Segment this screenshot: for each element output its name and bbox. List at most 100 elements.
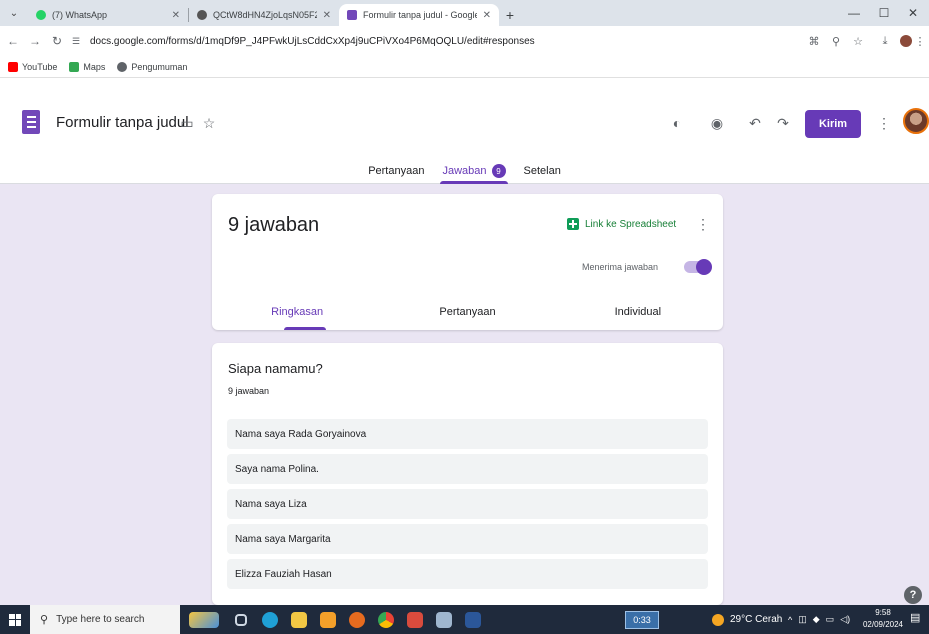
video-player-thumbnail[interactable]: 0:33 — [625, 611, 659, 629]
address-bar[interactable]: ☰ docs.google.com/forms/d/1mqDf9P_J4PFwk… — [72, 30, 802, 52]
help-icon[interactable]: ? — [904, 586, 922, 604]
browser-toolbar: ← → ↻ ☰ docs.google.com/forms/d/1mqDf9P_… — [0, 26, 929, 56]
redo-icon[interactable]: ↷ — [772, 112, 794, 134]
tab-label: Pertanyaan — [368, 165, 425, 177]
answer-item: Nama saya Rada Goryainova — [227, 419, 708, 449]
tab-title: Formulir tanpa judul - Google F — [363, 10, 477, 20]
taskbar-app-icon[interactable] — [431, 607, 457, 633]
zoom-icon[interactable]: ⚲ — [825, 30, 847, 52]
tab-label: Jawaban — [442, 165, 487, 177]
more-options-icon[interactable]: ⋮ — [695, 215, 711, 233]
question-response-card: Siapa namamu? 9 jawaban Nama saya Rada G… — [212, 343, 723, 605]
close-window-icon[interactable]: ✕ — [897, 0, 929, 26]
accepting-responses-toggle[interactable] — [684, 259, 712, 275]
file-explorer-icon[interactable] — [286, 607, 312, 633]
start-button[interactable] — [0, 605, 30, 634]
minimize-icon[interactable]: — — [838, 0, 870, 26]
tab-questions[interactable]: Pertanyaan — [366, 158, 426, 184]
tab-whatsapp[interactable]: (7) WhatsApp ✕ — [28, 4, 188, 26]
tab-generic[interactable]: QCtW8dHN4ZjoLqsN05F2wzh ✕ — [189, 4, 339, 26]
tab-google-forms[interactable]: Formulir tanpa judul - Google F ✕ — [339, 4, 499, 26]
whatsapp-icon — [36, 10, 46, 20]
tab-summary[interactable]: Ringkasan — [212, 302, 382, 330]
close-tab-icon[interactable]: ✕ — [483, 10, 491, 21]
answer-item: Nama saya Liza — [227, 489, 708, 519]
search-placeholder: Type here to search — [56, 614, 145, 625]
site-info-icon[interactable]: ☰ — [72, 36, 86, 47]
bookmark-youtube[interactable]: YouTube — [8, 61, 58, 72]
weather-sun-icon — [712, 613, 724, 626]
browser-tab-strip: ⌄ (7) WhatsApp ✕ QCtW8dHN4ZjoLqsN05F2wzh… — [0, 0, 929, 26]
news-widget-icon[interactable] — [183, 607, 225, 633]
youtube-icon — [8, 61, 18, 72]
palette-icon[interactable]: ◐ — [666, 112, 688, 134]
taskbar-app-icon[interactable] — [315, 607, 341, 633]
taskbar-search-input[interactable]: ⚲ Type here to search — [30, 605, 180, 634]
word-icon[interactable] — [460, 607, 486, 633]
network-icon[interactable]: ◫ — [798, 614, 807, 625]
download-icon[interactable]: ⤓ — [874, 30, 896, 52]
tray-app-icon[interactable]: ◆ — [813, 614, 820, 625]
volume-icon[interactable]: ◁) — [840, 614, 850, 625]
send-button[interactable]: Kirim — [805, 110, 861, 138]
tab-settings[interactable]: Setelan — [522, 158, 563, 184]
taskbar-clock[interactable]: 9:58 02/09/2024 — [862, 607, 904, 631]
notification-center-icon[interactable]: ▤ — [910, 611, 924, 625]
bookmark-label: YouTube — [22, 61, 58, 72]
translate-icon[interactable]: ⌘ — [803, 30, 825, 52]
form-title[interactable]: Formulir tanpa judul — [56, 114, 189, 131]
maximize-icon[interactable]: ☐ — [868, 0, 900, 26]
responses-count-heading: 9 jawaban — [228, 214, 320, 236]
back-icon[interactable]: ← — [4, 32, 22, 50]
tab-search-chevron-icon[interactable]: ⌄ — [0, 0, 28, 26]
bookmark-maps[interactable]: Maps — [69, 61, 106, 72]
edge-icon[interactable] — [257, 607, 283, 633]
answer-item: Saya nama Polina. — [227, 454, 708, 484]
toggle-knob — [696, 259, 712, 275]
responses-count-badge: 9 — [491, 164, 506, 178]
bookmark-label: Maps — [83, 61, 106, 72]
tab-individual[interactable]: Individual — [553, 302, 723, 330]
forms-header: Formulir tanpa judul ▭ ☆ ◐ ◉ ↶ ↷ Kirim ⋮… — [0, 78, 929, 184]
tab-label: Setelan — [523, 165, 561, 177]
site-icon — [197, 10, 207, 20]
chrome-menu-icon[interactable]: ⋮ — [912, 30, 928, 52]
reload-icon[interactable]: ↻ — [48, 32, 66, 50]
tab-question[interactable]: Pertanyaan — [382, 302, 552, 330]
clock-time: 9:58 — [875, 608, 891, 617]
accepting-responses-label: Menerima jawaban — [582, 262, 659, 272]
tab-responses[interactable]: Jawaban 9 — [440, 158, 508, 184]
battery-icon[interactable]: ▭ — [826, 614, 835, 625]
link-label: Link ke Spreadsheet — [585, 218, 677, 230]
system-tray: ^ ◫ ◆ ▭ ◁) — [788, 605, 850, 634]
clock-date: 02/09/2024 — [862, 620, 904, 629]
bookmark-label: Pengumuman — [131, 61, 188, 72]
new-tab-button[interactable]: + — [499, 4, 521, 26]
question-response-count: 9 jawaban — [228, 386, 270, 396]
chrome-icon[interactable] — [373, 607, 399, 633]
more-options-icon[interactable]: ⋮ — [873, 112, 895, 134]
folder-icon[interactable]: ▭ — [176, 112, 198, 134]
firefox-icon[interactable] — [344, 607, 370, 633]
question-title: Siapa namamu? — [228, 361, 323, 376]
forms-icon — [347, 10, 357, 20]
preview-eye-icon[interactable]: ◉ — [706, 112, 728, 134]
bookmarks-bar: YouTube Maps Pengumuman — [0, 56, 929, 78]
weather-widget[interactable]: 29°C Cerah — [712, 605, 782, 634]
answer-item: Elizza Fauziah Hasan — [227, 559, 708, 589]
taskbar-app-icon[interactable] — [402, 607, 428, 633]
link-to-sheets-button[interactable]: Link ke Spreadsheet — [567, 218, 676, 230]
close-tab-icon[interactable]: ✕ — [172, 10, 180, 21]
answer-item: Nama saya Margarita — [227, 524, 708, 554]
bookmark-pengumuman[interactable]: Pengumuman — [117, 61, 188, 72]
tab-title: QCtW8dHN4ZjoLqsN05F2wzh — [213, 10, 317, 20]
star-icon[interactable]: ☆ — [198, 112, 220, 134]
account-avatar[interactable] — [903, 108, 929, 134]
close-tab-icon[interactable]: ✕ — [323, 10, 331, 21]
forward-icon[interactable]: → — [26, 32, 44, 50]
undo-icon[interactable]: ↶ — [744, 112, 766, 134]
bookmark-star-icon[interactable]: ☆ — [847, 30, 869, 52]
google-forms-logo-icon[interactable] — [22, 110, 40, 134]
chevron-up-icon[interactable]: ^ — [788, 615, 792, 625]
task-view-icon[interactable] — [228, 607, 254, 633]
